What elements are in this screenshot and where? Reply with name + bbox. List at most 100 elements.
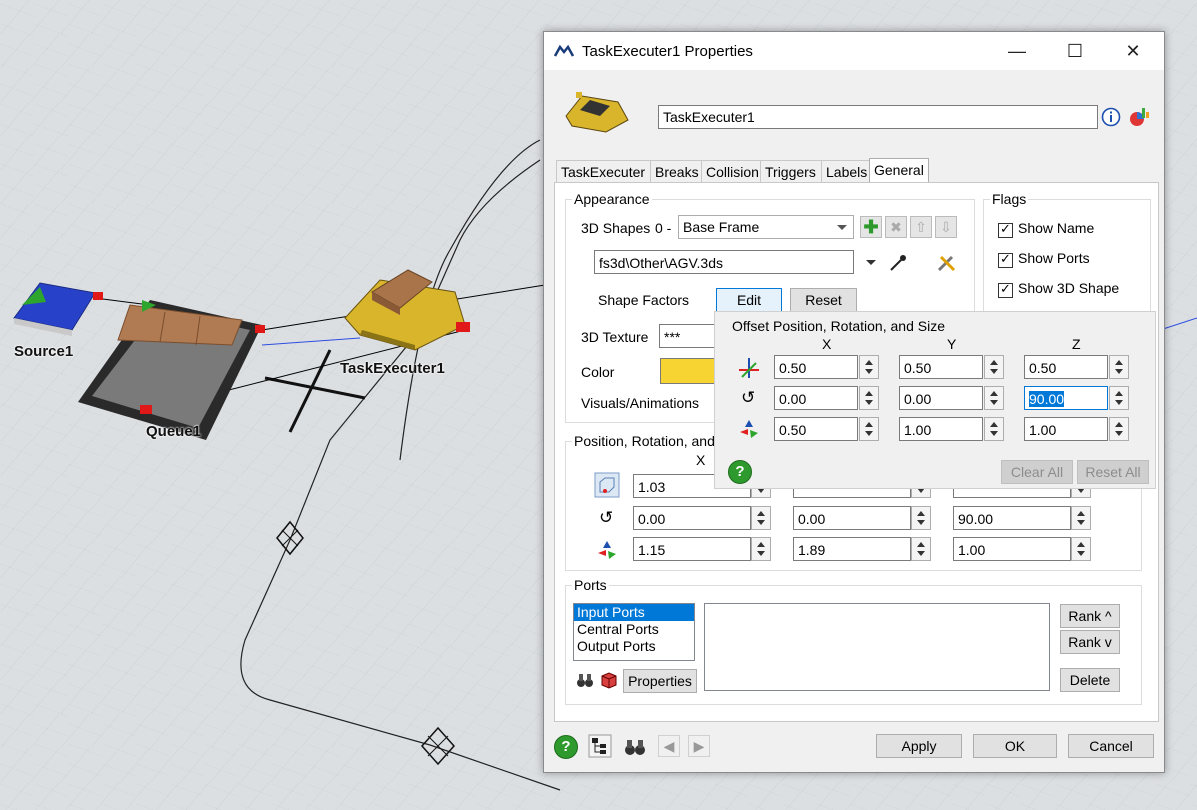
size-x-spinner[interactable] [751,537,771,561]
cancel-button[interactable]: Cancel [1068,734,1154,758]
offset-position-z-input[interactable]: 0.50 [1024,355,1108,379]
rotation-x-input[interactable]: 0.00 [633,506,751,530]
offset-rotation-z-input[interactable]: 90.00 [1024,386,1108,410]
offset-rotation-z-selected-text: 90.00 [1029,391,1065,407]
network-path-2 [240,159,561,791]
tab-collision[interactable]: Collision [701,160,761,183]
rank-down-button[interactable]: Rank v [1060,630,1120,654]
arrow-down-icon: ⇩ [940,219,952,235]
minimize-button[interactable]: — [994,36,1040,66]
offset-rotation-x-spinner[interactable] [859,386,879,410]
rotation-z-spinner[interactable] [1071,506,1091,530]
move-shape-down-button[interactable]: ⇩ [935,216,957,238]
object-cube-icon[interactable] [600,671,618,689]
offset-rotation-y-spinner[interactable] [984,386,1004,410]
offset-header-z: Z [1072,336,1081,352]
tab-general[interactable]: General [869,158,929,184]
rank-up-button[interactable]: Rank ^ [1060,604,1120,628]
tab-triggers[interactable]: Triggers [760,160,823,183]
remove-shape-button[interactable]: ✖ [885,216,907,238]
flags-title: Flags [990,191,1029,207]
offset-help-icon[interactable]: ? [728,460,752,484]
reset-all-button[interactable]: Reset All [1077,460,1149,484]
chevron-left-icon: ◀ [663,738,675,754]
previous-button[interactable]: ◀ [658,735,680,757]
task-executer-object [344,269,470,351]
rotation-z-input[interactable]: 90.00 [953,506,1071,530]
offset-size-z-spinner[interactable] [1109,417,1129,441]
size-z-spinner[interactable] [1071,537,1091,561]
eyedropper-icon[interactable] [888,253,908,273]
offset-popup: Offset Position, Rotation, and Size X Y … [714,311,1156,489]
offset-rotation-z-spinner[interactable] [1109,386,1129,410]
statistics-icon[interactable] [1128,106,1150,128]
queue-label: Queue1 [146,423,202,440]
shape-tools-icon[interactable] [936,253,958,273]
binoculars-icon[interactable] [576,672,594,688]
object-name-input[interactable]: TaskExecuter1 [658,105,1098,129]
shape-file-dropdown-arrow[interactable] [866,260,876,265]
size-z-input[interactable]: 1.00 [953,537,1071,561]
plus-icon: ✚ [863,217,879,237]
port-connections-list[interactable] [704,603,1050,691]
shape-index: 0 - [655,220,672,236]
checkbox-icon [998,281,1013,298]
list-item[interactable]: Output Ports [574,638,694,655]
rotation-icon: ↺ [741,388,756,407]
network-node-2 [420,726,456,766]
binoculars-icon[interactable] [624,738,646,756]
offset-position-y-input[interactable]: 0.50 [899,355,983,379]
offset-rotation-x-input[interactable]: 0.00 [774,386,858,410]
offset-position-x-input[interactable]: 0.50 [774,355,858,379]
offset-size-x-input[interactable]: 0.50 [774,417,858,441]
shape-select[interactable]: Base Frame [678,215,854,239]
title-bar[interactable]: TaskExecuter1 Properties — ☐ ✕ [544,32,1164,70]
center-port-connection-right [1159,317,1197,331]
source-object [13,282,103,336]
offset-position-x-spinner[interactable] [859,355,879,379]
offset-size-x-spinner[interactable] [859,417,879,441]
rotation-x-spinner[interactable] [751,506,771,530]
checkbox-icon [998,251,1013,268]
position-header-x: X [696,452,706,468]
edit-shape-factors-button[interactable]: Edit [716,288,782,312]
move-shape-up-button[interactable]: ⇧ [910,216,932,238]
ports-list[interactable]: Input Ports Central Ports Output Ports [573,603,695,661]
close-button[interactable]: ✕ [1110,36,1156,66]
offset-size-z-input[interactable]: 1.00 [1024,417,1108,441]
next-button[interactable]: ▶ [688,735,710,757]
apply-button[interactable]: Apply [876,734,962,758]
ok-button[interactable]: OK [973,734,1057,758]
help-icon[interactable]: ? [554,735,578,759]
size-x-input[interactable]: 1.15 [633,537,751,561]
list-item[interactable]: Central Ports [574,621,694,638]
port-properties-button[interactable]: Properties [623,669,697,693]
offset-position-z-spinner[interactable] [1109,355,1129,379]
offset-rotation-y-input[interactable]: 0.00 [899,386,983,410]
rotation-y-input[interactable]: 0.00 [793,506,911,530]
maximize-button[interactable]: ☐ [1052,36,1098,66]
offset-position-y-spinner[interactable] [984,355,1004,379]
size-y-spinner[interactable] [911,537,931,561]
ports-group: Ports Input Ports Central Ports Output P… [565,577,1142,705]
shape-factors-label: Shape Factors [598,292,690,308]
offset-header-y: Y [947,336,957,352]
close-icon: ✕ [1125,41,1141,61]
tree-view-icon[interactable] [588,734,612,758]
tab-breaks[interactable]: Breaks [650,160,703,183]
minimize-icon: — [1008,41,1026,61]
tab-labels[interactable]: Labels [821,160,873,183]
clear-all-button[interactable]: Clear All [1001,460,1073,484]
size-y-input[interactable]: 1.89 [793,537,911,561]
rotation-y-spinner[interactable] [911,506,931,530]
tab-taskexecuter[interactable]: TaskExecuter [556,160,652,183]
add-shape-button[interactable]: ✚ [860,216,882,238]
reset-shape-factors-button[interactable]: Reset [790,288,857,312]
delete-port-button[interactable]: Delete [1060,668,1120,692]
offset-size-y-spinner[interactable] [984,417,1004,441]
offset-size-y-input[interactable]: 1.00 [899,417,983,441]
shape-file-input[interactable]: fs3d\Other\AGV.3ds [594,250,854,274]
info-icon[interactable] [1101,107,1121,127]
ports-title: Ports [572,577,609,593]
list-item[interactable]: Input Ports [574,604,694,621]
